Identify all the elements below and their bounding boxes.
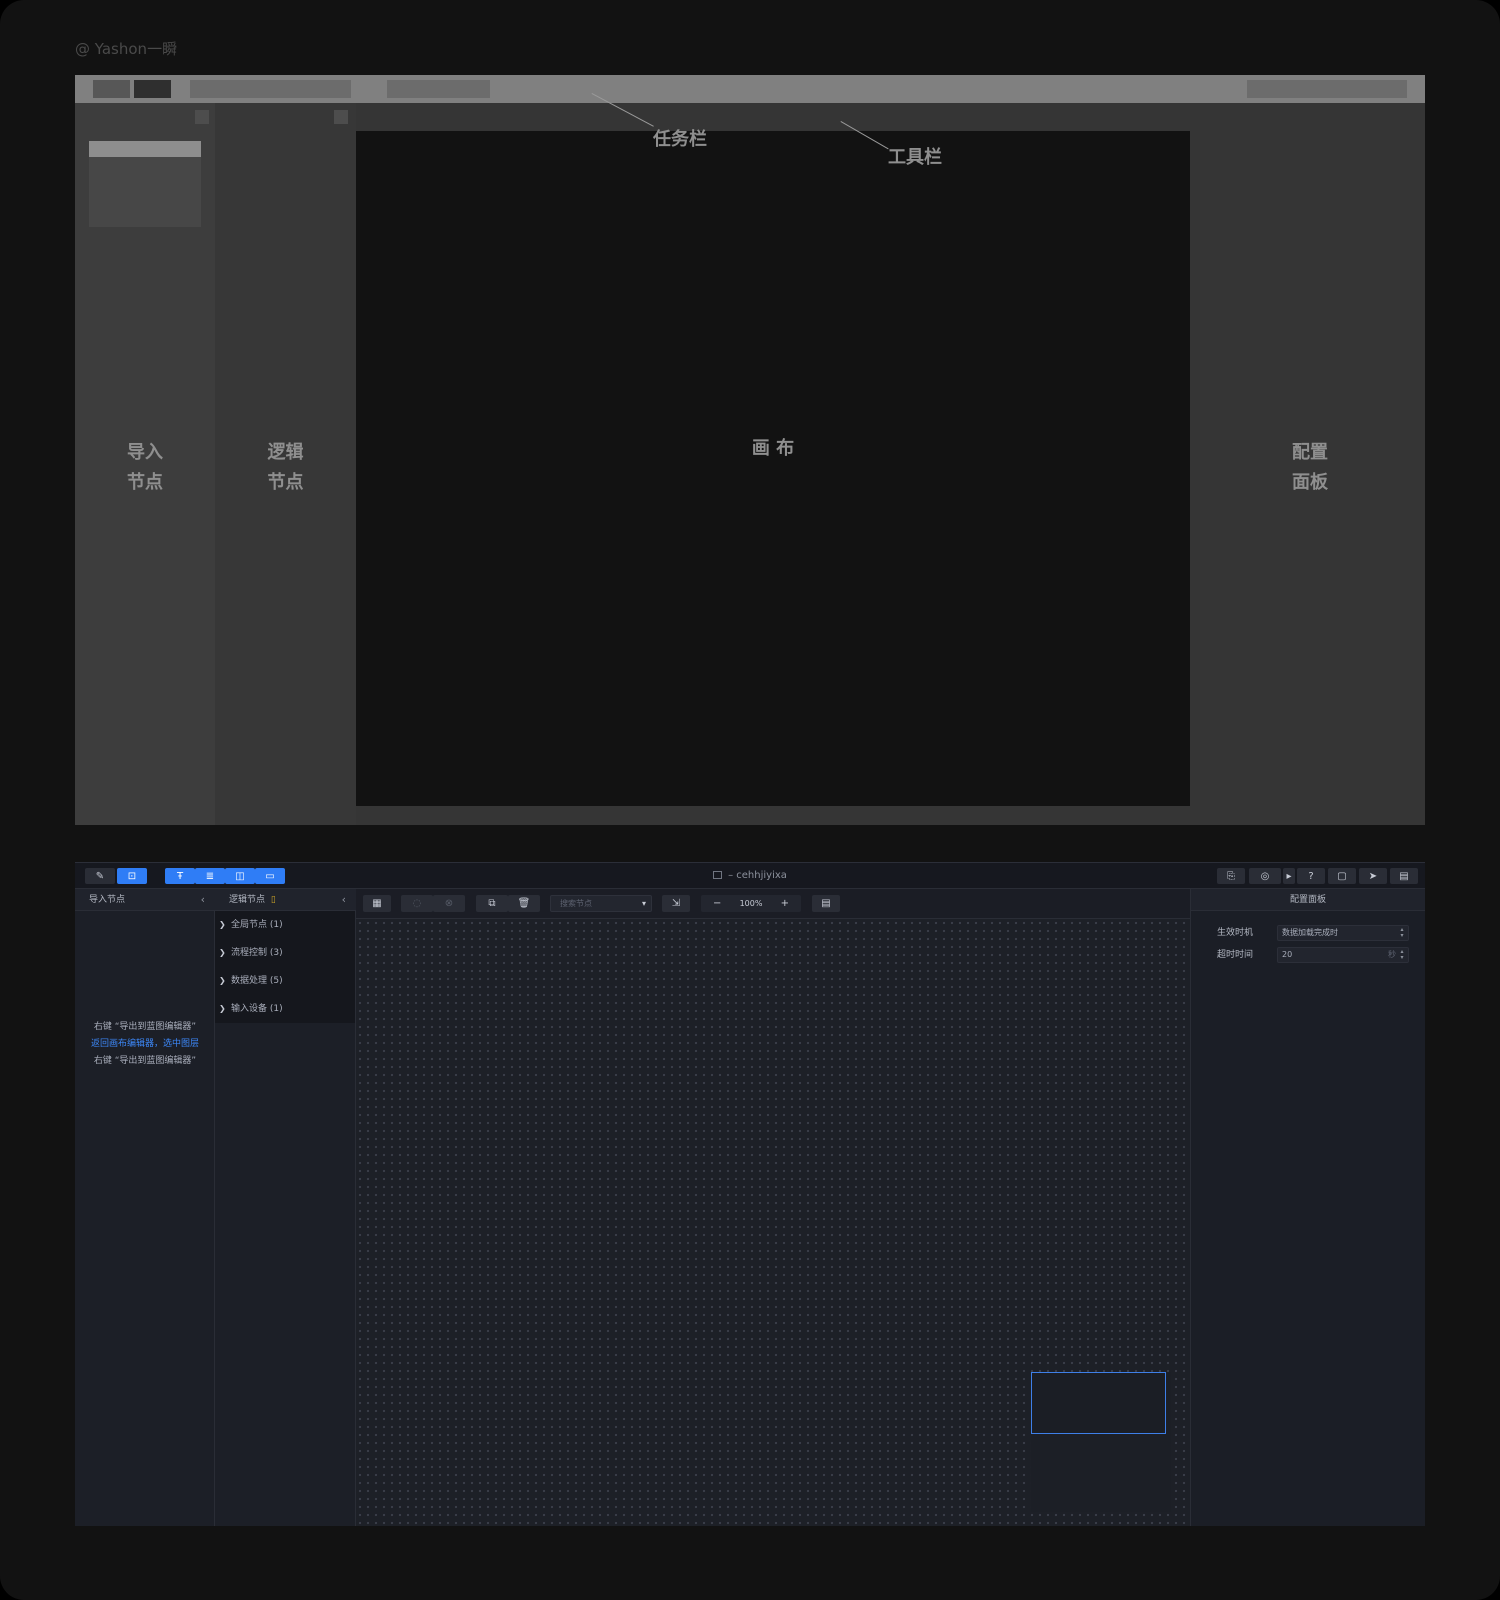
hint-line: 右键 “导出到蓝图编辑器” — [93, 1056, 197, 1066]
blueprint-editor: ✎ ⊡ Ŧ ≣ ◫ ▭ – cehhjiyixa ⎘ ◎ ▸ ? ▢ ➤ ▤ 导… — [75, 862, 1425, 1526]
trigger-select[interactable]: 数据加载完成时 ▴ ▾ — [1277, 925, 1409, 941]
canvas[interactable] — [356, 919, 1190, 1526]
hint-line: 右键 “导出到蓝图编辑器” — [93, 1022, 197, 1032]
export-icon[interactable]: ⇲ — [662, 895, 690, 912]
wire-label-import: 导入 节点 — [75, 438, 215, 498]
send-icon[interactable]: ➤ — [1359, 868, 1387, 884]
wire-label-config: 配置 面板 — [1195, 438, 1425, 498]
import-panel: 右键 “导出到蓝图编辑器” 返回画布编辑器，选中图层 右键 “导出到蓝图编辑器” — [75, 911, 215, 1526]
hint-link[interactable]: 返回画布编辑器，选中图层 — [75, 1036, 215, 1049]
select-arrows-icon: ▴ ▾ — [1400, 926, 1404, 939]
tree-item-global[interactable]: ❯ 全局节点 (1) — [215, 911, 355, 939]
import-panel-header: 导入节点 ‹ — [75, 889, 215, 911]
zoom-control: − 100% + — [701, 895, 801, 912]
chevron-right-icon: ❯ — [219, 948, 226, 957]
wire-label-canvas: 画 布 — [751, 438, 795, 459]
tree-label: 流程控制 (3) — [231, 948, 283, 958]
wire-import-panel: 导入 节点 — [75, 103, 215, 825]
trash-icon[interactable]: 🗑 — [508, 895, 540, 912]
layout-wireframe: 导入 节点 逻辑 节点 画 布 配置 面板 任务栏 工具栏 — [75, 75, 1425, 825]
monitor-icon[interactable]: ▢ — [1328, 868, 1356, 884]
logic-panel: ❯ 全局节点 (1) ❯ 流程控制 (3) ❯ 数据处理 (5) ❯ 输入设备 (1) — [215, 911, 356, 1526]
doc-icon[interactable]: ▯ — [271, 895, 276, 905]
wire-block — [1247, 80, 1407, 98]
label-line: 配置 — [1292, 442, 1328, 463]
callout-toolbar: 工具栏 — [888, 147, 942, 168]
config-panel: 配置面板 生效时机 数据加载完成时 ▴ ▾ 超时时间 20 秒 ▴ ▾ — [1190, 889, 1425, 1526]
wire-thumbnail — [89, 141, 201, 227]
close-circle-icon[interactable]: ⊗ — [433, 895, 465, 912]
tree-item-data[interactable]: ❯ 数据处理 (5) — [215, 967, 355, 995]
toolbar: ▦ ◌ ⊗ ⧉ 🗑 搜索节点 ▾ ⇲ − 100% + ▤ — [356, 889, 1190, 919]
minimap-viewport[interactable] — [1031, 1372, 1166, 1434]
field-label: 生效时机 — [1217, 928, 1254, 938]
zoom-out-button[interactable]: − — [713, 898, 721, 909]
tree-label: 输入设备 (1) — [231, 1004, 283, 1014]
document-icon[interactable]: ▤ — [812, 895, 840, 912]
tree-item-flow[interactable]: ❯ 流程控制 (3) — [215, 939, 355, 967]
search-input[interactable]: 搜索节点 ▾ — [550, 895, 652, 912]
taskbar: ✎ ⊡ Ŧ ≣ ◫ ▭ – cehhjiyixa ⎘ ◎ ▸ ? ▢ ➤ ▤ — [75, 863, 1425, 889]
clipboard-icon[interactable]: ⎘ — [1217, 868, 1245, 884]
config-panel-title: 配置面板 — [1191, 889, 1425, 911]
timeout-unit: 秒 — [1388, 950, 1396, 959]
chevron-left-icon[interactable]: ‹ — [342, 889, 346, 911]
frame: @ Yashon一瞬 导入 节点 逻辑 节点 画 布 配置 面板 任务栏 工具栏… — [0, 0, 1500, 1600]
import-panel-title: 导入节点 — [89, 895, 126, 905]
timeout-value: 20 — [1282, 950, 1293, 959]
logic-panel-title: 逻辑节点 — [229, 895, 266, 905]
wire-block — [387, 80, 490, 98]
zoom-level: 100% — [739, 899, 763, 908]
watermark: @ Yashon一瞬 — [75, 40, 178, 58]
field-label: 超时时间 — [1217, 950, 1254, 960]
wire-collapse-square — [195, 110, 209, 124]
stepper-icon[interactable]: ▴ ▾ — [1399, 949, 1405, 961]
chevron-right-icon: ❯ — [219, 920, 226, 929]
grid-icon[interactable]: ▦ — [363, 895, 391, 912]
minimap[interactable] — [1031, 1372, 1171, 1512]
logic-panel-header: 逻辑节点 ▯ ‹ — [215, 889, 356, 911]
wire-block — [93, 80, 130, 98]
chevron-down-icon: ▾ — [641, 899, 646, 908]
check-circle-icon[interactable]: ◌ — [401, 895, 433, 912]
wire-canvas: 画 布 — [356, 131, 1190, 806]
trigger-value: 数据加载完成时 — [1282, 928, 1338, 937]
search-placeholder: 搜索节点 — [560, 899, 592, 908]
title-text: – cehhjiyixa — [728, 870, 787, 881]
help-icon[interactable]: ? — [1297, 868, 1325, 884]
file-icon — [713, 871, 723, 879]
zoom-in-button[interactable]: + — [781, 898, 789, 909]
label-line: 面板 — [1292, 472, 1328, 493]
label-line: 导入 — [127, 442, 163, 463]
wire-taskbar — [75, 75, 1425, 103]
wire-label-logic: 逻辑 节点 — [215, 438, 356, 498]
message-icon[interactable]: ▤ — [1390, 868, 1418, 884]
caret-icon[interactable]: ▸ — [1283, 868, 1295, 884]
tree-item-input[interactable]: ❯ 输入设备 (1) — [215, 995, 355, 1023]
label-line: 逻辑 — [267, 442, 304, 463]
chevron-right-icon: ❯ — [219, 1004, 226, 1013]
label-line: 节点 — [267, 472, 304, 493]
node-tree: ❯ 全局节点 (1) ❯ 流程控制 (3) ❯ 数据处理 (5) ❯ 输入设备 (1) — [215, 911, 355, 1023]
chevron-left-icon[interactable]: ‹ — [201, 889, 205, 911]
wire-block — [134, 80, 171, 98]
copy-icon[interactable]: ⧉ — [476, 895, 508, 912]
callout-taskbar: 任务栏 — [653, 129, 707, 150]
label-line: 节点 — [127, 472, 163, 493]
wire-collapse-square — [334, 110, 348, 124]
chevron-right-icon: ❯ — [219, 976, 226, 985]
wire-logic-panel: 逻辑 节点 — [215, 103, 356, 825]
camera-icon[interactable]: ◎ — [1249, 868, 1281, 884]
wire-block — [190, 80, 351, 98]
tree-label: 数据处理 (5) — [231, 976, 283, 986]
timeout-input[interactable]: 20 秒 ▴ ▾ — [1277, 947, 1409, 963]
tree-label: 全局节点 (1) — [231, 920, 283, 930]
